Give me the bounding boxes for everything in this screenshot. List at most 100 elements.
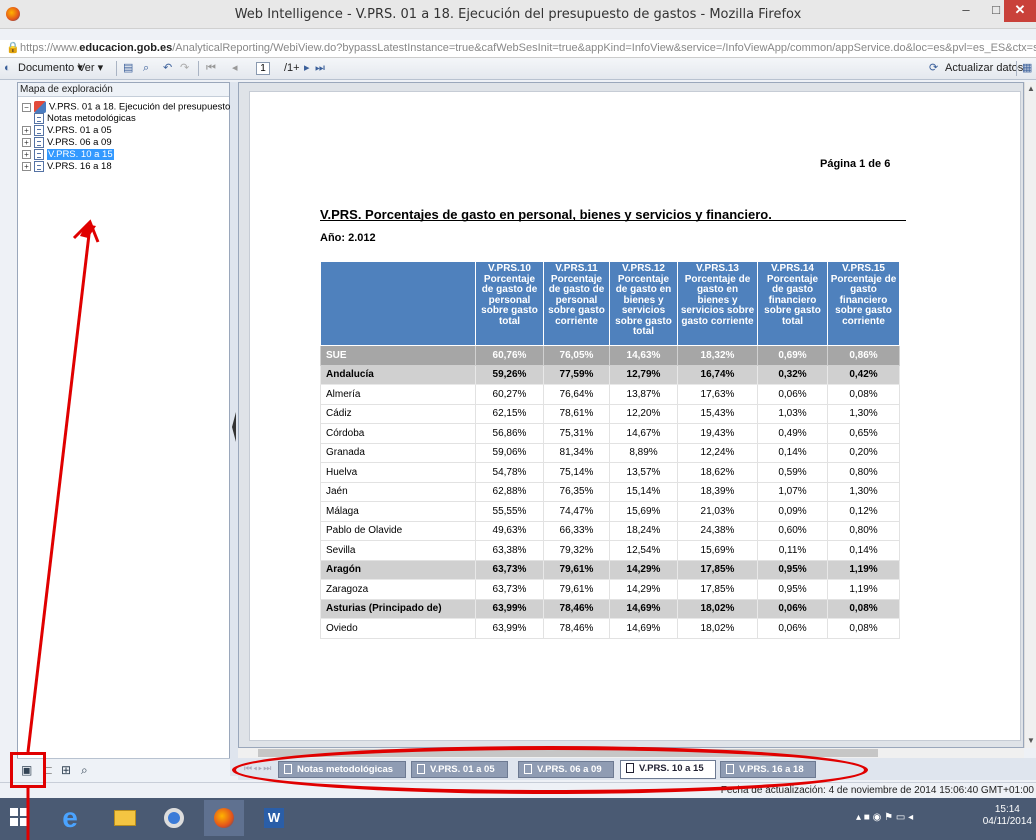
value-cell: 1,30% xyxy=(827,481,900,502)
value-cell: 0,49% xyxy=(757,423,828,444)
row-name-cell: Huelva xyxy=(320,462,476,483)
windows-start-icon[interactable] xyxy=(10,808,28,826)
value-cell: 14,69% xyxy=(609,598,678,619)
value-cell: 17,85% xyxy=(677,579,758,600)
collapse-arrow-icon[interactable] xyxy=(232,412,236,442)
value-cell: 14,69% xyxy=(609,618,678,639)
value-cell: 59,06% xyxy=(475,442,544,463)
value-cell: 18,62% xyxy=(677,462,758,483)
ver-menu[interactable]: Ver ▾ xyxy=(78,58,103,79)
row-name-cell: Cádiz xyxy=(320,403,476,424)
url-bar[interactable]: 🔒https://www.educacion.gob.es/Analytical… xyxy=(0,40,1036,58)
value-cell: 0,12% xyxy=(827,501,900,522)
refresh-icon[interactable]: ⟳ xyxy=(929,58,938,79)
value-cell: 54,78% xyxy=(475,462,544,483)
value-cell: 0,60% xyxy=(757,520,828,541)
view-icon[interactable]: ▦ xyxy=(1022,58,1032,79)
next-page-icon[interactable]: ▸ xyxy=(304,58,310,79)
word-icon[interactable]: W xyxy=(254,800,294,836)
page-number-input[interactable]: 1 xyxy=(256,62,270,75)
row-name-cell: Oviedo xyxy=(320,618,476,639)
export-icon[interactable]: ▤ xyxy=(123,58,133,79)
value-cell: 78,46% xyxy=(543,598,610,619)
scroll-up-icon[interactable]: ▲ xyxy=(1027,84,1035,93)
value-cell: 0,69% xyxy=(757,345,828,366)
value-cell: 0,06% xyxy=(757,618,828,639)
tree-item-06-09[interactable]: + V.PRS. 06 a 09 xyxy=(22,137,112,150)
value-cell: 0,59% xyxy=(757,462,828,483)
value-cell: 0,20% xyxy=(827,442,900,463)
table-row: Almería 60,27% 76,64% 13,87% 17,63% 0,06% 0,08… xyxy=(320,384,900,405)
close-button[interactable]: ✕ xyxy=(1004,0,1036,22)
binoculars-icon[interactable]: ⌕ xyxy=(81,764,94,777)
value-cell: 0,80% xyxy=(827,462,900,483)
value-cell: 55,55% xyxy=(475,501,544,522)
table-header-blank xyxy=(320,261,476,346)
tree-item-10-15[interactable]: + V.PRS. 10 a 15 xyxy=(22,149,114,162)
expand-icon[interactable]: + xyxy=(22,126,31,135)
value-cell: 16,74% xyxy=(677,364,758,385)
report-icon xyxy=(34,101,46,113)
panel-splitter[interactable] xyxy=(230,82,238,776)
value-cell: 12,24% xyxy=(677,442,758,463)
value-cell: 12,20% xyxy=(609,403,678,424)
annotation-box xyxy=(10,752,46,788)
file-explorer-icon[interactable] xyxy=(104,800,144,836)
toolbar-separator xyxy=(116,61,117,76)
panel-header: Mapa de exploración xyxy=(18,83,229,97)
tree-item-01-05[interactable]: + V.PRS. 01 a 05 xyxy=(22,125,112,138)
firefox-taskbar-icon[interactable] xyxy=(204,800,244,836)
tree-item-16-18[interactable]: + V.PRS. 16 a 18 xyxy=(22,161,112,174)
tree-root-label: V.PRS. 01 a 18. Ejecución del presupuest… xyxy=(49,101,244,113)
clock-date: 04/11/2014 xyxy=(982,816,1032,827)
document-icon xyxy=(34,125,44,136)
undo-icon[interactable]: ↶ xyxy=(163,58,172,79)
column-header: V.PRS.14 Porcentaje de gasto financiero … xyxy=(757,261,828,346)
prev-page-icon[interactable]: ◂ xyxy=(232,58,238,79)
lock-icon: 🔒 xyxy=(6,42,20,54)
value-cell: 1,30% xyxy=(827,403,900,424)
table-header-row: V.PRS.10 Porcentaje de gasto de personal… xyxy=(320,261,900,346)
first-page-icon[interactable]: ⏮ xyxy=(206,58,216,79)
collapse-icon[interactable]: − xyxy=(22,102,31,112)
value-cell: 1,19% xyxy=(827,559,900,580)
toolbar-separator xyxy=(198,61,199,76)
vertical-scrollbar[interactable]: ▲ ▼ xyxy=(1024,82,1036,748)
value-cell: 0,42% xyxy=(827,364,900,385)
expand-icon[interactable]: + xyxy=(22,138,31,147)
last-page-icon[interactable]: ⏭ xyxy=(315,58,325,79)
value-cell: 59,26% xyxy=(475,364,544,385)
url-prefix: https://www. xyxy=(20,42,80,54)
document-icon xyxy=(34,113,44,124)
value-cell: 1,19% xyxy=(827,579,900,600)
value-cell: 0,14% xyxy=(757,442,828,463)
value-cell: 76,05% xyxy=(543,345,610,366)
value-cell: 0,09% xyxy=(757,501,828,522)
column-header: V.PRS.13 Porcentaje de gasto en bienes y… xyxy=(677,261,758,346)
value-cell: 18,02% xyxy=(677,598,758,619)
redo-icon[interactable]: ↷ xyxy=(180,58,189,79)
chrome-icon[interactable] xyxy=(154,800,194,836)
expand-icon[interactable]: + xyxy=(22,162,31,171)
value-cell: 14,67% xyxy=(609,423,678,444)
value-cell: 0,06% xyxy=(757,384,828,405)
value-cell: 49,63% xyxy=(475,520,544,541)
find-icon[interactable]: ⌕ xyxy=(143,58,149,79)
report-table: V.PRS.10 Porcentaje de gasto de personal… xyxy=(320,261,900,639)
tree-item-notas[interactable]: Notas metodológicas xyxy=(34,113,136,126)
minimize-button[interactable]: – xyxy=(952,0,980,22)
value-cell: 63,99% xyxy=(475,618,544,639)
internet-explorer-icon[interactable]: e xyxy=(50,800,90,836)
value-cell: 14,29% xyxy=(609,579,678,600)
documento-menu[interactable]: Documento ▾ xyxy=(18,58,83,79)
system-clock[interactable]: 15:14 04/11/2014 xyxy=(983,804,1032,828)
scroll-down-icon[interactable]: ▼ xyxy=(1027,736,1035,745)
expand-icon[interactable]: + xyxy=(22,150,31,159)
document-icon xyxy=(34,137,44,148)
value-cell: 0,65% xyxy=(827,423,900,444)
tray-icons[interactable]: ▴ ■ ◉ ⚑ ▭ ◂ xyxy=(856,812,913,823)
refresh-data-button[interactable]: Actualizar datos xyxy=(945,58,1023,79)
panel-tool-tabs: ▣ ⊏ ⊞ ⌕ xyxy=(17,758,230,782)
structure-icon[interactable]: ⊞ xyxy=(61,764,74,777)
column-header: V.PRS.11 Porcentaje de gasto de personal… xyxy=(543,261,610,346)
